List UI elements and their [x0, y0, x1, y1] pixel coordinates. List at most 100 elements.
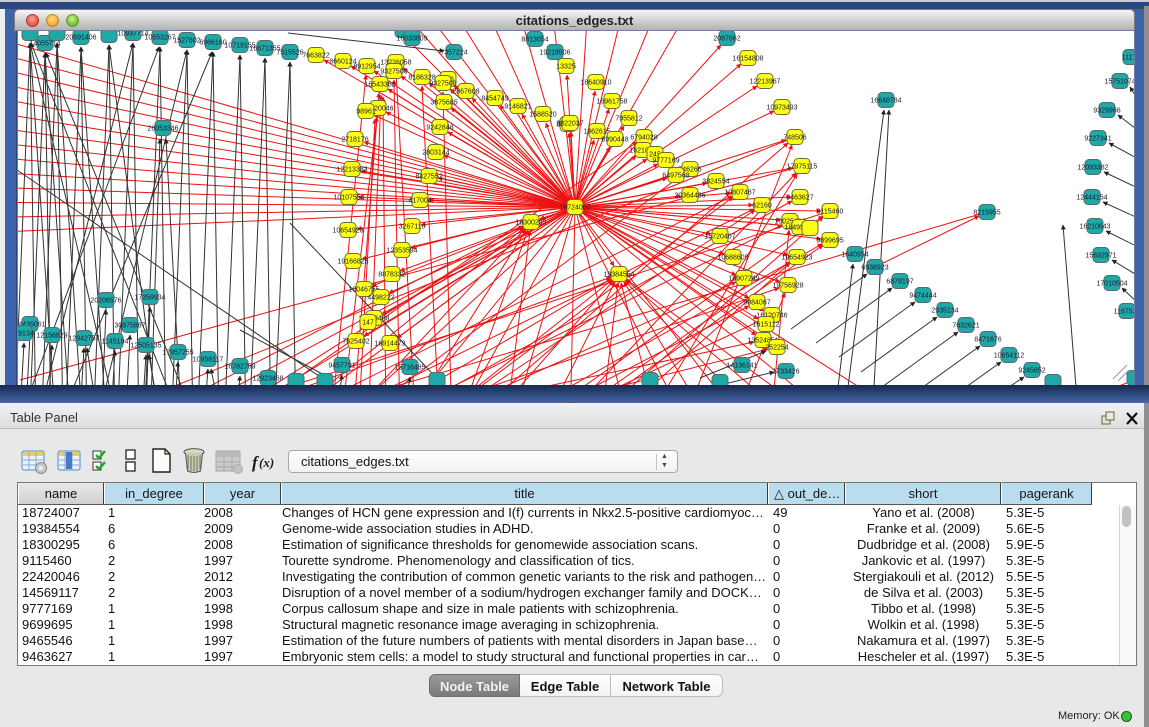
svg-text:6966160: 6966160 [199, 40, 226, 47]
svg-text:16648784: 16648784 [870, 98, 901, 105]
svg-text:9227341: 9227341 [1084, 136, 1111, 143]
svg-text:2087662: 2087662 [713, 36, 740, 43]
svg-text:16210643: 16210643 [1079, 224, 1110, 231]
svg-text:3824554: 3824554 [702, 179, 729, 186]
svg-text:20691406: 20691406 [65, 35, 96, 42]
svg-text:7955812: 7955812 [615, 116, 642, 123]
svg-text:8912954: 8912954 [353, 64, 380, 71]
svg-text:6497568: 6497568 [662, 173, 689, 180]
svg-text:19756928: 19756928 [772, 283, 803, 290]
svg-text:10807487: 10807487 [724, 190, 755, 197]
svg-text:20206576: 20206576 [90, 298, 121, 305]
svg-text:10958117: 10958117 [193, 357, 224, 364]
svg-text:2935134: 2935134 [931, 308, 958, 315]
svg-text:12213383: 12213383 [336, 167, 367, 174]
svg-text:10654923: 10654923 [332, 228, 363, 235]
svg-text:18300295: 18300295 [515, 220, 546, 227]
svg-text:19654923: 19654923 [781, 255, 812, 262]
svg-text:6938923: 6938923 [861, 265, 888, 272]
svg-text:12213967: 12213967 [749, 79, 780, 86]
svg-text:6879197: 6879197 [886, 279, 913, 286]
svg-text:39134: 39134 [18, 331, 34, 338]
svg-text:16961758: 16961758 [596, 99, 627, 106]
svg-text:10973493: 10973493 [766, 105, 797, 112]
svg-text:19166825: 19166825 [337, 259, 368, 266]
svg-text:7632621: 7632621 [952, 323, 979, 330]
svg-text:9457791: 9457791 [328, 363, 355, 370]
svg-text:17957255: 17957255 [162, 350, 193, 357]
svg-text:417004: 417004 [408, 198, 431, 205]
svg-text:17359934: 17359934 [134, 295, 165, 302]
svg-text:18907249: 18907249 [728, 276, 759, 283]
svg-text:2718176: 2718176 [341, 137, 368, 144]
svg-text:19384554: 19384554 [603, 272, 634, 279]
svg-text:12505135: 12505135 [130, 343, 161, 350]
svg-text:9084067: 9084067 [743, 300, 770, 307]
svg-text:8990448: 8990448 [601, 137, 628, 144]
svg-text:19218506: 19218506 [539, 50, 570, 57]
svg-text:7357224: 7357224 [440, 50, 467, 57]
svg-text:12093382: 12093382 [1077, 165, 1108, 172]
svg-text:6794028: 6794028 [630, 135, 657, 142]
svg-text:11172: 11172 [1122, 55, 1134, 62]
svg-text:9463627: 9463627 [786, 195, 813, 202]
svg-text:1615112: 1615112 [753, 322, 780, 329]
svg-text:12444154: 12444154 [1076, 195, 1107, 202]
svg-text:2867608: 2867608 [452, 89, 479, 96]
svg-text:1588520: 1588520 [529, 112, 556, 119]
svg-text:7515526: 7515526 [276, 50, 303, 57]
svg-text:3267110: 3267110 [399, 224, 426, 231]
svg-text:9899695: 9899695 [816, 238, 843, 245]
svg-text:1145194: 1145194 [102, 339, 129, 346]
svg-text:30975887: 30975887 [114, 323, 145, 330]
svg-text:15692971: 15692971 [1085, 253, 1116, 260]
svg-text:8878332: 8878332 [378, 272, 405, 279]
svg-text:(x): (x) [259, 455, 274, 470]
svg-text:8215955: 8215955 [973, 210, 1000, 217]
svg-text:4498222: 4498222 [367, 295, 394, 302]
svg-text:18640910: 18640910 [580, 80, 611, 87]
svg-text:16914479: 16914479 [374, 341, 405, 348]
svg-text:12942757: 12942757 [68, 336, 99, 343]
svg-text:10107554: 10107554 [333, 195, 364, 202]
svg-text:20364436: 20364436 [674, 193, 705, 200]
svg-text:16782759: 16782759 [224, 364, 255, 371]
svg-text:9146821: 9146821 [504, 104, 531, 111]
svg-text:7663822: 7663822 [302, 53, 329, 60]
svg-text:8471676: 8471676 [974, 337, 1001, 344]
svg-text:16543362: 16543362 [364, 82, 395, 89]
svg-text:9242848: 9242848 [426, 125, 453, 132]
svg-text:14055714: 14055714 [29, 41, 60, 48]
svg-text:9327509: 9327509 [380, 69, 407, 76]
svg-text:12156829: 12156829 [36, 333, 67, 340]
svg-text:7625402: 7625402 [342, 339, 369, 346]
svg-text:1640954: 1640954 [841, 252, 868, 259]
svg-text:9474444: 9474444 [909, 293, 936, 300]
svg-text:3875685: 3875685 [430, 100, 457, 107]
svg-text:15720407: 15720407 [704, 234, 735, 241]
svg-text:9245652: 9245652 [1018, 368, 1045, 375]
svg-text:3822037: 3822037 [556, 121, 583, 128]
svg-text:17010504: 17010504 [1096, 281, 1127, 288]
svg-text:16033809: 16033809 [396, 36, 427, 43]
svg-text:9115460: 9115460 [817, 209, 844, 216]
svg-text:10653267: 10653267 [144, 35, 175, 42]
svg-text:9777169: 9777169 [652, 158, 679, 165]
svg-text:18724007: 18724007 [559, 205, 590, 212]
svg-text:10654112: 10654112 [994, 353, 1025, 360]
svg-text:1527602: 1527602 [173, 38, 200, 45]
svg-text:17975115: 17975115 [787, 164, 818, 171]
svg-text:9329966: 9329966 [1093, 108, 1120, 115]
svg-text:8427552: 8427552 [415, 174, 442, 181]
svg-text:147: 147 [362, 320, 374, 327]
svg-text:15751074: 15751074 [1104, 79, 1134, 86]
svg-text:15716485: 15716485 [394, 365, 425, 372]
svg-text:1167533: 1167533 [1114, 309, 1134, 316]
svg-text:14136141: 14136141 [726, 363, 757, 370]
svg-text:13325: 13325 [556, 64, 576, 71]
svg-text:8454749: 8454749 [481, 96, 508, 103]
svg-text:12923468: 12923468 [252, 376, 283, 383]
svg-text:28053346: 28053346 [147, 126, 178, 133]
svg-text:10688609: 10688609 [717, 255, 748, 262]
svg-text:12353594: 12353594 [386, 248, 417, 255]
